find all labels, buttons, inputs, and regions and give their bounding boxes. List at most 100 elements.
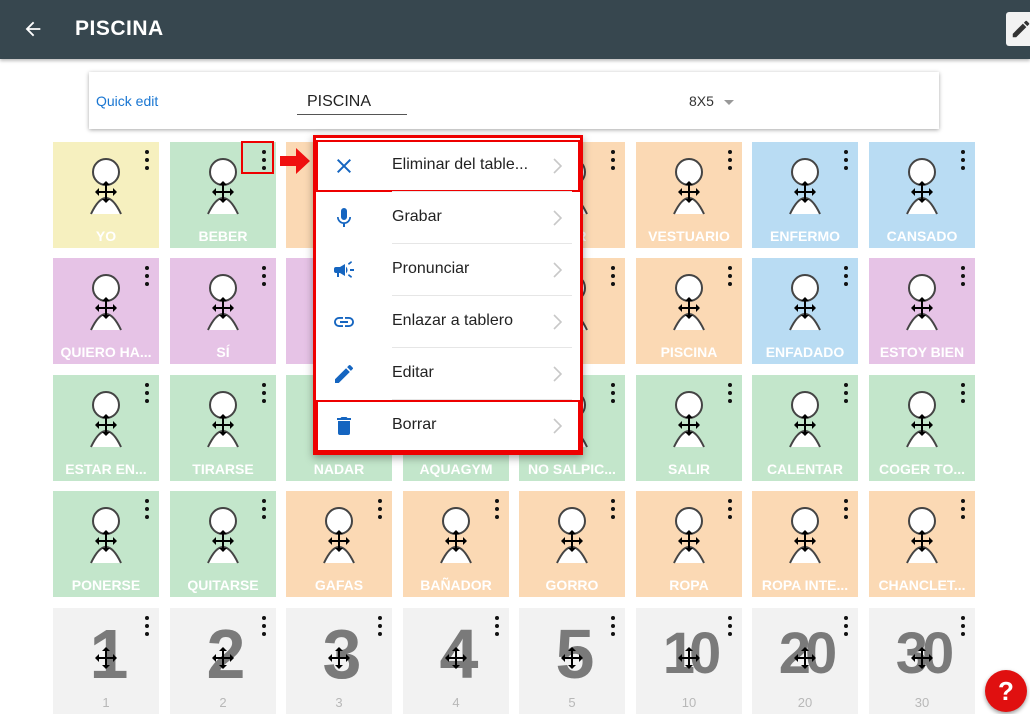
- cell-options-icon[interactable]: [144, 616, 150, 636]
- cell-options-icon[interactable]: [377, 499, 383, 519]
- cell-options-icon[interactable]: [494, 499, 500, 519]
- cell-options-icon[interactable]: [144, 266, 150, 286]
- cell-options-icon[interactable]: [727, 616, 733, 636]
- move-handle-icon[interactable]: [211, 646, 235, 670]
- cell-options-icon[interactable]: [261, 499, 267, 519]
- pictogram-cell[interactable]: PISCINA: [636, 258, 742, 364]
- cell-options-icon[interactable]: [960, 499, 966, 519]
- cell-options-icon[interactable]: [960, 266, 966, 286]
- cell-options-icon[interactable]: [843, 150, 849, 170]
- pictogram-cell[interactable]: SÍ: [170, 258, 276, 364]
- move-handle-icon[interactable]: [327, 529, 351, 553]
- menu-item-delete[interactable]: Borrar: [316, 400, 580, 452]
- number-cell[interactable]: 2020: [752, 608, 858, 714]
- pictogram-cell[interactable]: ENFADADO: [752, 258, 858, 364]
- move-handle-icon[interactable]: [677, 180, 701, 204]
- grid-size-select[interactable]: 8X5: [689, 93, 734, 109]
- pictogram-cell[interactable]: ESTOY BIEN: [869, 258, 975, 364]
- move-handle-icon[interactable]: [94, 180, 118, 204]
- move-handle-icon[interactable]: [327, 646, 351, 670]
- pictogram-cell[interactable]: VESTUARIO: [636, 142, 742, 248]
- cell-options-icon[interactable]: [727, 266, 733, 286]
- cell-options-icon[interactable]: [843, 616, 849, 636]
- cell-options-icon[interactable]: [610, 499, 616, 519]
- move-handle-icon[interactable]: [910, 529, 934, 553]
- move-handle-icon[interactable]: [793, 413, 817, 437]
- pictogram-cell[interactable]: GORRO: [519, 491, 625, 597]
- cell-options-icon[interactable]: [144, 150, 150, 170]
- move-handle-icon[interactable]: [444, 529, 468, 553]
- number-cell[interactable]: 3030: [869, 608, 975, 714]
- pictogram-cell[interactable]: ROPA INTE...: [752, 491, 858, 597]
- cell-options-icon[interactable]: [261, 266, 267, 286]
- help-button[interactable]: ?: [985, 670, 1027, 712]
- menu-item-pronounce[interactable]: Pronunciar: [316, 244, 580, 296]
- cell-options-icon[interactable]: [610, 150, 616, 170]
- menu-item-edit[interactable]: Editar: [316, 348, 580, 400]
- pictogram-cell[interactable]: YO: [53, 142, 159, 248]
- move-handle-icon[interactable]: [677, 529, 701, 553]
- cell-options-icon[interactable]: [261, 616, 267, 636]
- pictogram-cell[interactable]: BAÑADOR: [403, 491, 509, 597]
- pictogram-cell[interactable]: CHANCLET...: [869, 491, 975, 597]
- move-handle-icon[interactable]: [910, 413, 934, 437]
- pictogram-cell[interactable]: PONERSE: [53, 491, 159, 597]
- cell-options-icon[interactable]: [610, 266, 616, 286]
- menu-item-link-board[interactable]: Enlazar a tablero: [316, 296, 580, 348]
- move-handle-icon[interactable]: [910, 646, 934, 670]
- pictogram-cell[interactable]: COGER TO...: [869, 375, 975, 481]
- move-handle-icon[interactable]: [677, 296, 701, 320]
- move-handle-icon[interactable]: [94, 296, 118, 320]
- move-handle-icon[interactable]: [211, 529, 235, 553]
- number-cell[interactable]: 22: [170, 608, 276, 714]
- move-handle-icon[interactable]: [444, 646, 468, 670]
- pictogram-cell[interactable]: SALIR: [636, 375, 742, 481]
- move-handle-icon[interactable]: [793, 529, 817, 553]
- cell-options-icon[interactable]: [610, 383, 616, 403]
- move-handle-icon[interactable]: [94, 413, 118, 437]
- move-handle-icon[interactable]: [677, 646, 701, 670]
- move-handle-icon[interactable]: [793, 180, 817, 204]
- move-handle-icon[interactable]: [560, 529, 584, 553]
- board-name-input[interactable]: [297, 90, 407, 115]
- cell-options-icon[interactable]: [727, 499, 733, 519]
- pictogram-cell[interactable]: QUIERO HA...: [53, 258, 159, 364]
- pictogram-cell[interactable]: ESTAR EN...: [53, 375, 159, 481]
- move-handle-icon[interactable]: [793, 296, 817, 320]
- number-cell[interactable]: 1010: [636, 608, 742, 714]
- edit-board-button[interactable]: [1006, 12, 1030, 46]
- move-handle-icon[interactable]: [211, 296, 235, 320]
- pictogram-cell[interactable]: CANSADO: [869, 142, 975, 248]
- back-button[interactable]: [18, 14, 48, 44]
- number-cell[interactable]: 55: [519, 608, 625, 714]
- cell-options-icon[interactable]: [960, 616, 966, 636]
- pictogram-cell[interactable]: CALENTAR: [752, 375, 858, 481]
- cell-options-icon[interactable]: [843, 499, 849, 519]
- move-handle-icon[interactable]: [677, 413, 701, 437]
- move-handle-icon[interactable]: [94, 529, 118, 553]
- cell-options-icon[interactable]: [144, 499, 150, 519]
- cell-options-icon[interactable]: [377, 616, 383, 636]
- cell-options-icon[interactable]: [960, 383, 966, 403]
- cell-options-icon[interactable]: [261, 383, 267, 403]
- move-handle-icon[interactable]: [910, 180, 934, 204]
- move-handle-icon[interactable]: [793, 646, 817, 670]
- cell-options-icon[interactable]: [610, 616, 616, 636]
- number-cell[interactable]: 33: [286, 608, 392, 714]
- pictogram-cell[interactable]: GAFAS: [286, 491, 392, 597]
- move-handle-icon[interactable]: [211, 413, 235, 437]
- move-handle-icon[interactable]: [94, 646, 118, 670]
- move-handle-icon[interactable]: [211, 180, 235, 204]
- cell-options-icon[interactable]: [960, 150, 966, 170]
- pictogram-cell[interactable]: ENFERMO: [752, 142, 858, 248]
- cell-options-icon[interactable]: [843, 383, 849, 403]
- move-handle-icon[interactable]: [560, 646, 584, 670]
- pictogram-cell[interactable]: ROPA: [636, 491, 742, 597]
- move-handle-icon[interactable]: [910, 296, 934, 320]
- cell-options-icon[interactable]: [727, 150, 733, 170]
- menu-item-record[interactable]: Grabar: [316, 192, 580, 244]
- pictogram-cell[interactable]: QUITARSE: [170, 491, 276, 597]
- number-cell[interactable]: 11: [53, 608, 159, 714]
- cell-options-icon[interactable]: [144, 383, 150, 403]
- pictogram-cell[interactable]: TIRARSE: [170, 375, 276, 481]
